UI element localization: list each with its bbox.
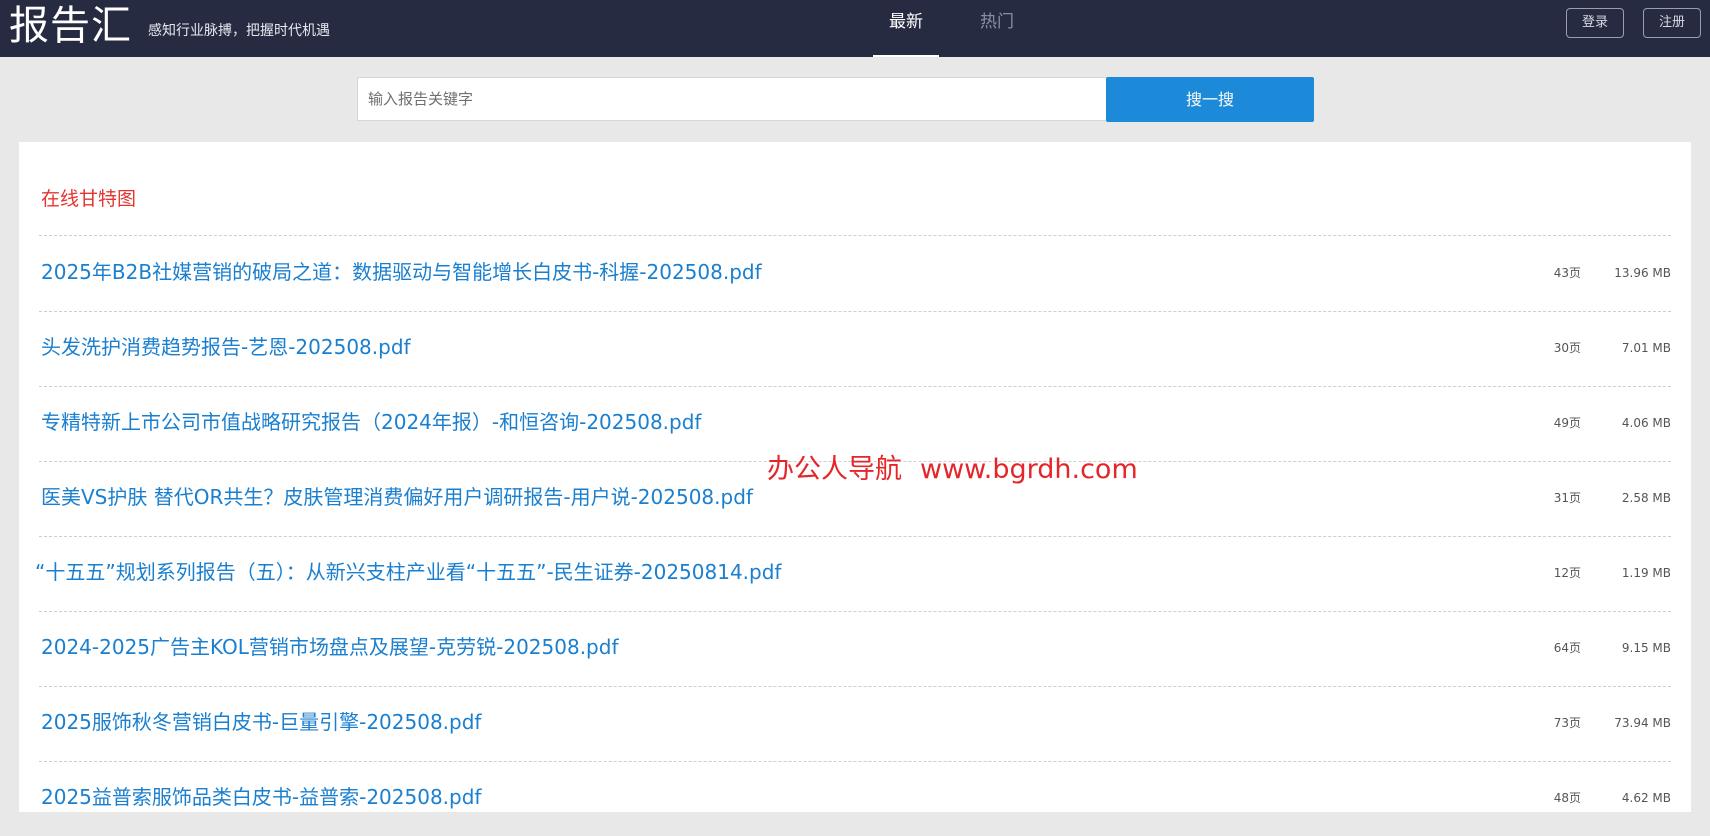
report-row: 2024-2025广告主KOL营销市场盘点及展望-克劳锐-202508.pdf … [19, 611, 1691, 686]
report-file-size: 2.58 MB [1621, 491, 1671, 505]
report-title-link[interactable]: 医美VS护肤 替代OR共生？皮肤管理消费偏好用户调研报告-用户说-202508.… [41, 483, 753, 511]
tab-latest[interactable]: 最新 [873, 10, 939, 57]
report-file-size: 9.15 MB [1621, 641, 1671, 655]
report-file-size: 1.19 MB [1621, 566, 1671, 580]
report-page-count: 48页 [1553, 791, 1581, 805]
report-page-count: 30页 [1553, 341, 1581, 355]
report-title-link[interactable]: 专精特新上市公司市值战略研究报告（2024年报）-和恒咨询-202508.pdf [41, 408, 701, 436]
report-row: 2025年B2B社媒营销的破局之道：数据驱动与智能增长白皮书-科握-202508… [19, 236, 1691, 311]
report-page-count: 43页 [1553, 266, 1581, 280]
report-file-size: 4.62 MB [1621, 791, 1671, 805]
report-title-link[interactable]: 2024-2025广告主KOL营销市场盘点及展望-克劳锐-202508.pdf [41, 633, 619, 661]
report-page-count: 31页 [1553, 491, 1581, 505]
report-page-count: 12页 [1553, 566, 1581, 580]
section-title[interactable]: 在线甘特图 [41, 186, 136, 212]
report-file-size: 73.94 MB [1614, 716, 1671, 730]
watermark-overlay: 办公人导航 www.bgrdh.com [767, 452, 1138, 488]
report-row: 专精特新上市公司市值战略研究报告（2024年报）-和恒咨询-202508.pdf… [19, 386, 1691, 461]
site-logo[interactable]: 报告汇 [9, 4, 132, 48]
top-navbar: 报告汇 感知行业脉搏，把握时代机遇 最新 热门 登录 注册 [0, 0, 1710, 57]
login-button[interactable]: 登录 [1566, 8, 1624, 38]
report-file-size: 7.01 MB [1621, 341, 1671, 355]
report-title-link[interactable]: 头发洗护消费趋势报告-艺恩-202508.pdf [41, 333, 411, 361]
search-input[interactable] [357, 77, 1106, 121]
report-row: 2025服饰秋冬营销白皮书-巨量引擎-202508.pdf 73页 73.94 … [19, 686, 1691, 761]
report-page-count: 73页 [1553, 716, 1581, 730]
report-title-link[interactable]: 2025益普索服饰品类白皮书-益普索-202508.pdf [41, 783, 481, 811]
report-file-size: 4.06 MB [1621, 416, 1671, 430]
report-title-link[interactable]: 2025年B2B社媒营销的破局之道：数据驱动与智能增长白皮书-科握-202508… [41, 258, 762, 286]
report-page-count: 49页 [1553, 416, 1581, 430]
watermark-name: 办公人导航 [767, 454, 902, 485]
report-row: 2025益普索服饰品类白皮书-益普索-202508.pdf 48页 4.62 M… [19, 761, 1691, 836]
report-title-link[interactable]: 2025服饰秋冬营销白皮书-巨量引擎-202508.pdf [41, 708, 481, 736]
tab-hot[interactable]: 热门 [964, 10, 1030, 57]
report-title-link[interactable]: “十五五”规划系列报告（五）：从新兴支柱产业看“十五五”-民生证券-202508… [35, 558, 781, 586]
report-page-count: 64页 [1553, 641, 1581, 655]
site-slogan: 感知行业脉搏，把握时代机遇 [148, 23, 330, 39]
report-row: “十五五”规划系列报告（五）：从新兴支柱产业看“十五五”-民生证券-202508… [19, 536, 1691, 611]
report-row: 头发洗护消费趋势报告-艺恩-202508.pdf 30页 7.01 MB [19, 311, 1691, 386]
report-file-size: 13.96 MB [1614, 266, 1671, 280]
watermark-url: www.bgrdh.com [920, 454, 1138, 485]
search-button[interactable]: 搜一搜 [1106, 77, 1314, 122]
register-button[interactable]: 注册 [1643, 8, 1701, 38]
